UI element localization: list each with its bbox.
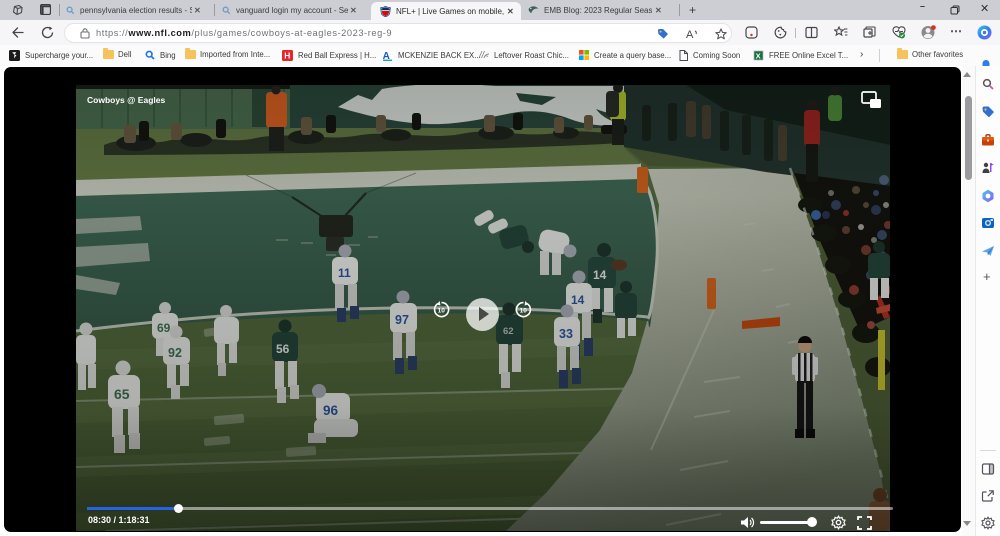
svg-text:X: X xyxy=(756,51,761,60)
svg-text:10: 10 xyxy=(438,308,446,315)
svg-text:A: A xyxy=(383,51,390,61)
svg-text:A: A xyxy=(686,29,694,40)
svg-text:10: 10 xyxy=(520,308,528,315)
svg-text:H: H xyxy=(284,51,290,61)
